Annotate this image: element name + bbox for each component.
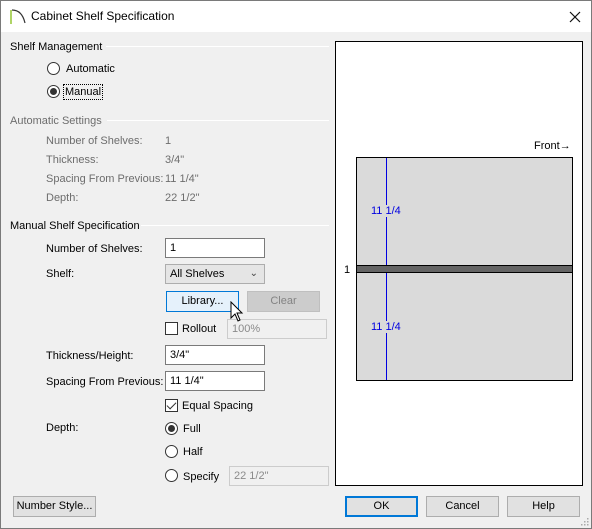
auto-spacing-label: Spacing From Previous: (46, 173, 164, 185)
shelf-management-label: Shelf Management (10, 41, 103, 53)
mouse-cursor-icon (230, 301, 244, 322)
depth-half-label[interactable]: Half (183, 446, 203, 458)
manual-radio[interactable] (47, 85, 60, 98)
rollout-label[interactable]: Rollout (182, 323, 216, 335)
number-of-shelves-input[interactable]: 1 (165, 238, 265, 258)
thickness-label: Thickness/Height: (46, 350, 134, 362)
resize-grip-icon[interactable] (579, 516, 589, 526)
close-button[interactable] (563, 7, 587, 27)
dimension-bottom-label: 11 1/4 (371, 321, 401, 333)
automatic-settings-label: Automatic Settings (10, 115, 102, 127)
manual-spec-label: Manual Shelf Specification (10, 220, 140, 232)
shelf-preview: Front→ 11 1/4 11 1/4 1 (335, 41, 583, 486)
manual-label[interactable]: Manual (62, 84, 104, 100)
auto-depth-value: 22 1/2" (165, 192, 200, 204)
equal-spacing-checkbox[interactable] (165, 399, 178, 412)
shelf-number-label: 1 (344, 264, 351, 276)
cancel-button[interactable]: Cancel (426, 496, 499, 517)
library-button[interactable]: Library... (166, 291, 239, 312)
clear-button[interactable]: Clear (247, 291, 320, 312)
shelf-1 (356, 265, 573, 273)
divider (141, 225, 329, 226)
depth-half-radio[interactable] (165, 445, 178, 458)
auto-spacing-value: 11 1/4" (165, 173, 199, 185)
shelf-label: Shelf: (46, 268, 75, 280)
title-bar: Cabinet Shelf Specification (1, 1, 591, 32)
equal-spacing-label[interactable]: Equal Spacing (182, 400, 253, 412)
shelf-select-value: All Shelves (170, 268, 225, 280)
depth-specify-radio[interactable] (165, 469, 178, 482)
auto-number-of-shelves-value: 1 (165, 135, 172, 147)
spacing-input[interactable]: 11 1/4" (165, 371, 265, 391)
help-button[interactable]: Help (507, 496, 580, 517)
window-title: Cabinet Shelf Specification (31, 9, 175, 23)
ok-button[interactable]: OK (345, 496, 418, 517)
number-style-button[interactable]: Number Style... (13, 496, 96, 517)
arch-icon (10, 9, 26, 24)
divider (107, 120, 329, 121)
auto-thickness-label: Thickness: (46, 154, 99, 166)
depth-label: Depth: (46, 422, 79, 434)
chevron-down-icon: ⌄ (249, 268, 258, 279)
preview-drawing (356, 157, 573, 381)
auto-thickness-value: 3/4" (165, 154, 185, 166)
auto-depth-label: Depth: (46, 192, 79, 204)
shelf-select[interactable]: All Shelves ⌄ (165, 264, 265, 284)
automatic-radio[interactable] (47, 62, 60, 75)
thickness-input[interactable]: 3/4" (165, 345, 265, 365)
spacing-label: Spacing From Previous: (46, 376, 164, 388)
automatic-label[interactable]: Automatic (66, 63, 115, 75)
depth-full-label[interactable]: Full (183, 423, 201, 435)
number-of-shelves-label: Number of Shelves: (46, 243, 143, 255)
depth-specify-label[interactable]: Specify (183, 471, 219, 483)
auto-number-of-shelves-label: Number of Shelves: (46, 135, 143, 147)
divider (106, 46, 329, 47)
rollout-checkbox[interactable] (165, 322, 178, 335)
cabinet-shelf-dialog: Cabinet Shelf Specification Shelf Manage… (0, 0, 592, 529)
depth-full-radio[interactable] (165, 422, 178, 435)
close-icon (569, 11, 581, 23)
dimension-top-label: 11 1/4 (371, 205, 401, 217)
depth-specify-input[interactable]: 22 1/2" (229, 466, 329, 486)
